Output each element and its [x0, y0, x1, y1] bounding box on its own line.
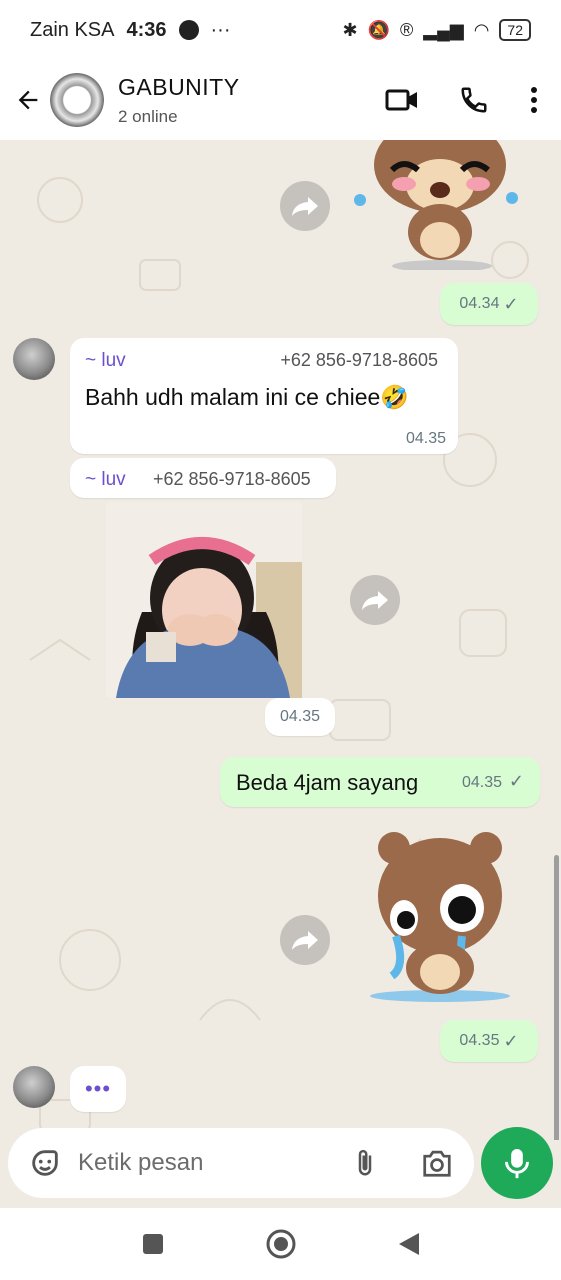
- mute-icon: 🔕: [367, 19, 390, 40]
- chat-scrollbar[interactable]: [554, 855, 559, 1140]
- incoming-message-bubble[interactable]: ~ luv +62 856-9718-8605 Bahh udh malam i…: [70, 338, 458, 454]
- chat-header: GABUNITY 2 online: [0, 60, 561, 140]
- forward-icon: [292, 197, 318, 216]
- forward-button[interactable]: [350, 575, 400, 625]
- sender-name[interactable]: ~ luv: [85, 469, 126, 491]
- back-arrow-icon: [18, 90, 38, 110]
- message-time: 04.35: [459, 1032, 500, 1049]
- outgoing-message-bubble[interactable]: Beda 4jam sayang 04.35 ✓: [220, 757, 540, 807]
- recent-apps-icon[interactable]: [141, 1232, 165, 1256]
- attach-icon[interactable]: [350, 1146, 380, 1180]
- message-time: 04.35: [405, 430, 446, 447]
- sent-tick-icon: ✓: [503, 1030, 519, 1051]
- image-timestamp: 04.35: [265, 698, 335, 736]
- sticker-timestamp: 04.35 ✓: [440, 1020, 538, 1062]
- messenger-icon: [178, 20, 199, 40]
- online-count: 2 online: [118, 106, 178, 126]
- status-bar: Zain KSA 4:36 ··· ✱ 🔕 ® ▂▄▆ ◠ 72: [0, 0, 561, 60]
- message-text: Bahh udh malam ini ce chiee🤣: [85, 384, 409, 410]
- more-notifications-icon: ···: [210, 18, 231, 41]
- microphone-icon: [505, 1149, 529, 1179]
- voice-message-button[interactable]: [481, 1127, 553, 1199]
- forward-icon: [292, 931, 318, 950]
- message-time: 04.35: [461, 774, 502, 791]
- registered-icon: ®: [399, 19, 414, 40]
- sender-avatar[interactable]: [13, 1066, 55, 1108]
- image-message-sender-header[interactable]: ~ luv +62 856-9718-8605: [70, 458, 336, 498]
- shared-photo[interactable]: [106, 502, 302, 698]
- group-avatar[interactable]: [50, 73, 104, 127]
- photo-content: [106, 502, 302, 698]
- bear-sticker-crying[interactable]: [360, 832, 530, 1007]
- typing-indicator: •••: [70, 1066, 126, 1112]
- sticker-timestamp: 04.34 ✓: [440, 283, 538, 325]
- message-time: 04.34: [459, 295, 500, 312]
- chat-area[interactable]: 04.34 ✓ ~ luv +62 856-9718-8605 Bahh udh …: [0, 140, 561, 1140]
- back-nav-icon[interactable]: [397, 1231, 421, 1257]
- message-text: Beda 4jam sayang: [236, 770, 419, 795]
- wifi-icon: ◠: [473, 19, 490, 40]
- typing-dots: •••: [84, 1076, 112, 1101]
- message-time: 04.35: [279, 708, 321, 725]
- forward-button[interactable]: [280, 181, 330, 231]
- system-navigation-bar: [0, 1208, 561, 1280]
- sender-avatar[interactable]: [13, 338, 55, 380]
- chat-title: GABUNITY: [118, 73, 240, 100]
- sent-tick-icon: ✓: [508, 771, 524, 791]
- sent-tick-icon: ✓: [503, 293, 519, 314]
- sender-phone: +62 856-9718-8605: [280, 350, 438, 370]
- message-input[interactable]: Ketik pesan: [78, 1149, 203, 1177]
- voice-call-icon[interactable]: [459, 85, 489, 115]
- bear-sticker-happy[interactable]: [352, 140, 522, 270]
- forward-icon: [362, 591, 388, 610]
- status-time: 4:36: [126, 18, 167, 41]
- battery-icon: 72: [499, 19, 531, 41]
- carrier-name: Zain KSA: [30, 18, 115, 41]
- more-options-icon[interactable]: [529, 85, 539, 115]
- back-button[interactable]: [0, 60, 56, 140]
- forward-button[interactable]: [280, 915, 330, 965]
- signal-icon: ▂▄▆: [423, 19, 464, 40]
- sender-phone: +62 856-9718-8605: [153, 469, 311, 489]
- video-call-icon[interactable]: [385, 86, 419, 114]
- bluetooth-icon: ✱: [342, 19, 358, 40]
- camera-icon[interactable]: [420, 1148, 454, 1178]
- message-input-bar[interactable]: Ketik pesan: [8, 1128, 474, 1198]
- home-icon[interactable]: [265, 1228, 297, 1260]
- sticker-icon[interactable]: [28, 1146, 62, 1180]
- sender-name[interactable]: ~ luv: [85, 350, 126, 372]
- chat-title-area[interactable]: GABUNITY 2 online: [118, 74, 240, 127]
